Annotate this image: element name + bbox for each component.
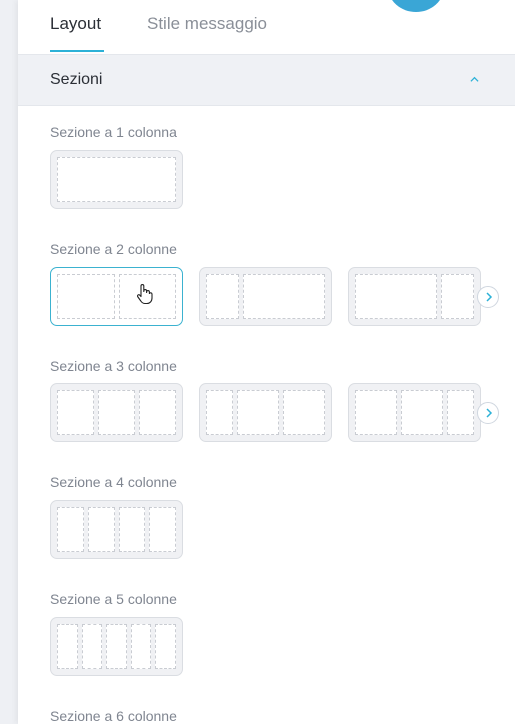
hand-pointer-icon: [137, 284, 153, 305]
next-templates-button-2-col[interactable]: [477, 286, 499, 308]
group-label-1-col: Sezione a 1 colonna: [50, 124, 177, 140]
tab-stile-messaggio[interactable]: Stile messaggio: [147, 14, 267, 34]
layout-panel: Layout Stile messaggio Sezioni Sezione a…: [18, 0, 515, 724]
template-4-col[interactable]: [50, 500, 183, 559]
tab-layout[interactable]: Layout: [50, 14, 101, 34]
template-1-col[interactable]: [50, 150, 183, 209]
chevron-right-icon: [486, 292, 493, 302]
template-3-col-small-large-large[interactable]: [199, 383, 332, 442]
template-2-col-50-50[interactable]: [50, 267, 183, 326]
group-label-3-col: Sezione a 3 colonne: [50, 358, 177, 374]
group-label-4-col: Sezione a 4 colonne: [50, 474, 177, 490]
chevron-up-icon: [470, 76, 479, 82]
sezioni-accordion-header[interactable]: Sezioni: [18, 54, 515, 106]
template-5-col[interactable]: [50, 617, 183, 676]
template-2-col-33-67[interactable]: [199, 267, 332, 326]
chevron-right-icon: [486, 408, 493, 418]
next-templates-button-3-col[interactable]: [477, 402, 499, 424]
group-label-5-col: Sezione a 5 colonne: [50, 591, 177, 607]
tab-bar: Layout Stile messaggio: [18, 0, 515, 54]
template-2-col-67-33[interactable]: [348, 267, 481, 326]
template-3-col-equal[interactable]: [50, 383, 183, 442]
section-title: Sezioni: [50, 71, 103, 88]
active-tab-indicator: [50, 50, 104, 52]
group-label-6-col: Sezione a 6 colonne: [50, 708, 177, 724]
template-3-col-large-large-small[interactable]: [348, 383, 481, 442]
group-label-2-col: Sezione a 2 colonne: [50, 241, 177, 257]
